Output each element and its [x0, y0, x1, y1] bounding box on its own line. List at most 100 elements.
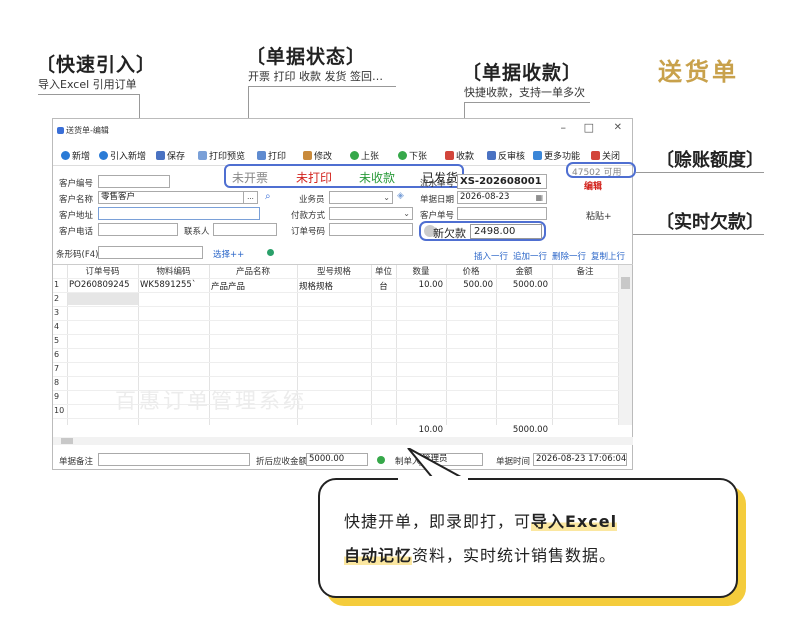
delete-row-button[interactable]: 删除一行 [552, 250, 586, 262]
row-number: 7 [54, 364, 60, 373]
customer-phone-input[interactable] [98, 223, 178, 236]
debt-value: 2498.00 [470, 224, 542, 239]
note-input[interactable] [98, 453, 250, 466]
selected-cell[interactable] [68, 293, 138, 305]
discount-input[interactable]: 5000.00 [306, 453, 368, 466]
items-table: 订单号码 物料编码 产品名称 型号规格 单位 数量 价格 金额 备注 1 2 3… [53, 264, 633, 436]
contact-input[interactable] [213, 223, 277, 236]
cell-order[interactable]: PO260809245 [69, 280, 130, 290]
scrollbar-thumb[interactable] [621, 277, 630, 289]
insert-row-button[interactable]: 插入一行 [474, 250, 508, 262]
cell-name[interactable]: 产品产品 [211, 280, 245, 292]
date-input[interactable]: 2026-08-23 ▦ [457, 191, 547, 204]
cust-doc-input[interactable] [457, 207, 547, 220]
salesman-icon[interactable]: ◈ [397, 191, 404, 201]
bubble-line-1: 快捷开单，即录即打，可导入Excel [344, 512, 618, 531]
collect-status: 未收款 [359, 171, 396, 185]
cust-doc-label: 客户单号 [420, 211, 455, 221]
print-status: 未打印 [296, 171, 333, 185]
salesman-select[interactable]: ⌄ [329, 191, 393, 204]
edit-tag: 编辑 [584, 182, 603, 192]
customer-phone-label: 客户电话 [59, 227, 94, 237]
printer-icon [257, 151, 266, 160]
prev-icon [350, 151, 359, 160]
paste-button[interactable]: 粘贴+ [586, 209, 612, 222]
barcode-input[interactable] [98, 246, 203, 259]
collect-button[interactable]: 收款 [445, 149, 474, 162]
horizontal-scrollbar[interactable] [53, 437, 633, 445]
total-amount: 5000.00 [512, 425, 548, 435]
row-number: 8 [54, 378, 60, 387]
brand-title: 送货单 [658, 58, 739, 86]
current-debt-callout: 〔实时欠款〕 [656, 212, 764, 233]
payment-select[interactable]: ⌄ [329, 207, 413, 220]
doc-status-desc: 开票 打印 收款 发货 签回… [248, 70, 383, 83]
debt-label: 新欠款 [433, 227, 466, 240]
row-number: 3 [54, 308, 60, 317]
doc-status-title: 〔单据状态〕 [246, 46, 367, 68]
col-price: 价格 [462, 267, 480, 277]
more-button[interactable]: 更多功能 [533, 149, 580, 162]
watermark: 百惠订单管理系统 [115, 389, 307, 413]
hscroll-thumb[interactable] [61, 438, 73, 444]
close-window-button[interactable]: ✕ [614, 122, 622, 133]
row-number: 6 [54, 350, 60, 359]
globe-icon[interactable] [267, 249, 274, 256]
next-button[interactable]: 下张 [398, 149, 427, 162]
import-new-button[interactable]: 引入新增 [99, 149, 146, 162]
search-icon[interactable]: ⌕ [265, 191, 271, 202]
serial-input[interactable]: XS-202608001 [457, 174, 547, 189]
feature-bubble: 快捷开单，即录即打，可导入Excel 自动记忆资料，实时统计销售数据。 [318, 478, 738, 598]
invoice-status: 未开票 [232, 171, 269, 185]
credit-limit-callout: 〔赊账额度〕 [656, 150, 764, 171]
edit-icon [303, 151, 312, 160]
gear-icon [533, 151, 542, 160]
print-button[interactable]: 打印 [257, 149, 286, 162]
date-label: 单据日期 [420, 195, 455, 205]
cell-code[interactable]: WK5891255` [140, 280, 196, 290]
cell-spec[interactable]: 规格规格 [299, 280, 333, 292]
customer-name-label: 客户名称 [59, 195, 94, 205]
cell-qty[interactable]: 10.00 [396, 280, 443, 290]
maximize-button[interactable]: □ [584, 121, 594, 134]
print-preview-button[interactable]: 打印预览 [198, 149, 245, 162]
chevron-down-icon: ⌄ [403, 209, 410, 218]
edit-button[interactable]: 修改 [303, 149, 332, 162]
close-button[interactable]: 关闭 [591, 149, 620, 162]
col-qty: 数量 [412, 267, 430, 277]
unaudit-icon [487, 151, 496, 160]
minimize-button[interactable]: – [561, 121, 567, 134]
next-icon [398, 151, 407, 160]
calendar-icon[interactable]: ▦ [535, 192, 543, 203]
cell-price[interactable]: 500.00 [446, 280, 493, 290]
customer-addr-input[interactable] [98, 207, 260, 220]
discount-label: 折后应收金额 [256, 457, 308, 467]
select-button[interactable]: 选择++ [213, 248, 244, 260]
window-title: 送货单-编辑 [57, 125, 109, 136]
doc-collect-title: 〔单据收款〕 [462, 62, 583, 84]
customer-pick-button[interactable]: ... [243, 191, 258, 204]
col-note: 备注 [576, 267, 594, 277]
cell-unit[interactable]: 台 [371, 280, 396, 292]
save-icon [156, 151, 165, 160]
new-button[interactable]: 新增 [61, 149, 90, 162]
quick-import-title: 〔快速引入〕 [36, 54, 157, 76]
customer-no-input[interactable] [98, 175, 170, 188]
vertical-scrollbar[interactable] [619, 265, 632, 425]
save-button[interactable]: 保存 [156, 149, 185, 162]
toolbar: 新增 引入新增 保存 打印预览 打印 修改 上张 下张 收款 反审核 更多功能 … [53, 146, 632, 166]
order-no-input[interactable] [329, 223, 413, 236]
unaudit-button[interactable]: 反审核 [487, 149, 525, 162]
copy-row-button[interactable]: 复制上行 [591, 250, 625, 262]
credit-available: 47502 可用 [566, 162, 636, 178]
note-label: 单据备注 [59, 457, 94, 467]
time-input[interactable]: 2026-08-23 17:06:04 [533, 453, 627, 466]
cell-amount[interactable]: 5000.00 [496, 280, 548, 290]
col-amount: 金额 [515, 267, 533, 277]
customer-no-label: 客户编号 [59, 179, 94, 189]
append-row-button[interactable]: 追加一行 [513, 250, 547, 262]
doc-collect-desc: 快捷收款，支持一单多次 [464, 86, 585, 99]
prev-button[interactable]: 上张 [350, 149, 379, 162]
customer-name-input[interactable]: 零售客户 [98, 191, 258, 204]
serial-label: 流水单号 [420, 179, 455, 189]
